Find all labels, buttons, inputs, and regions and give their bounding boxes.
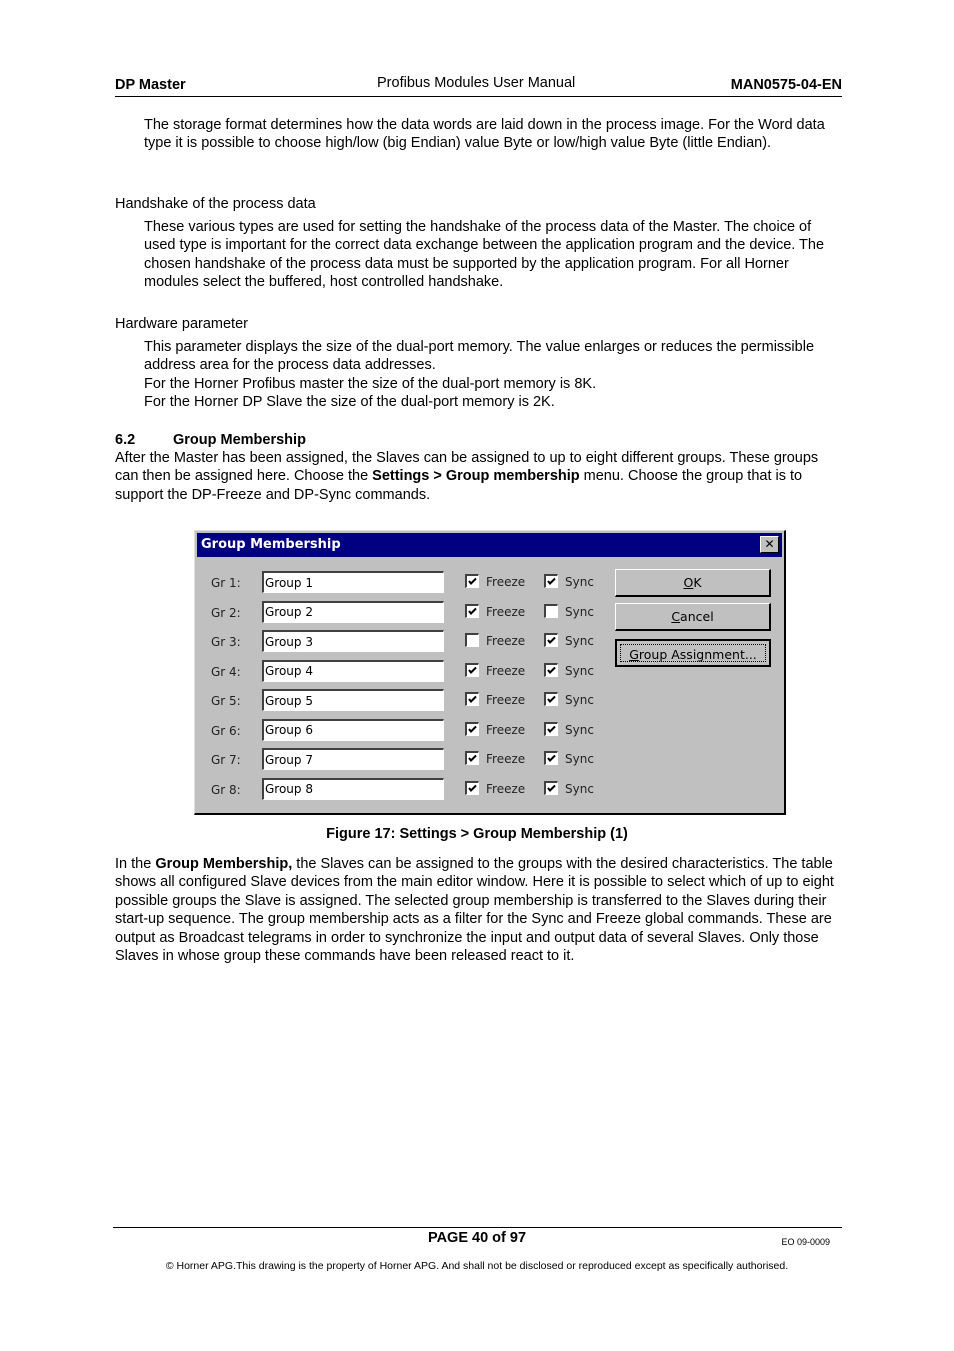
freeze-label: Freeze <box>486 693 526 707</box>
group-membership-dialog: Group Membership ✕ Gr 1: Freeze Sync Gr 2: F… <box>194 530 786 815</box>
handshake-paragraph: These various types are used for setting… <box>144 219 825 291</box>
checkbox-box <box>544 574 558 588</box>
group-label: Gr 4: <box>211 664 241 679</box>
group-row: Gr 2: Freeze Sync <box>195 600 615 625</box>
group-row: Gr 6: Freeze Sync <box>195 718 615 743</box>
hardware-paragraph: This parameter displays the size of the … <box>144 339 815 374</box>
group-name-input[interactable] <box>262 748 444 770</box>
group-name-input[interactable] <box>262 630 444 652</box>
header-doc-number: MAN0575-04-EN <box>730 77 842 93</box>
dialog-title-bar: Group Membership ✕ <box>197 533 782 557</box>
checkbox-box <box>465 692 479 706</box>
group-assignment-button[interactable]: Group Assignment... <box>615 639 771 667</box>
checkbox-box <box>465 721 479 736</box>
group-name-input[interactable] <box>262 689 444 711</box>
para-text: In the <box>115 856 156 872</box>
group-label: Gr 6: <box>211 723 241 738</box>
footer-divider <box>113 1227 842 1228</box>
freeze-label: Freeze <box>486 722 526 737</box>
section-number: 6.2 <box>115 432 136 448</box>
sync-label: Sync <box>565 781 594 796</box>
section-title: Group Membership <box>173 432 306 448</box>
cancel-button[interactable]: Cancel <box>615 603 771 631</box>
checkbox-box <box>544 780 558 795</box>
dialog-title: Group Membership <box>201 537 341 552</box>
checkbox-box <box>465 780 479 795</box>
checkbox-box <box>544 603 558 618</box>
sync-label: Sync <box>565 604 594 619</box>
sync-label: Sync <box>565 693 594 707</box>
ok-button[interactable]: OK <box>615 569 771 597</box>
hardware-heading: Hardware parameter <box>115 316 248 332</box>
group-label: Gr 8: <box>211 782 241 797</box>
checkbox-box <box>544 692 558 706</box>
checkbox-box <box>465 633 479 647</box>
group-assignment-label: roup Assignment... <box>638 647 757 662</box>
para-bold: Group Membership, <box>155 856 293 872</box>
close-icon[interactable]: ✕ <box>760 536 779 553</box>
doc-code: EO 09-0009 <box>781 1237 830 1247</box>
freeze-label: Freeze <box>486 752 526 766</box>
sync-label: Sync <box>565 663 594 678</box>
freeze-label: Freeze <box>486 663 526 678</box>
header-center: Profibus Modules User Manual <box>377 75 576 91</box>
group-assignment-mnemonic: G <box>629 647 639 662</box>
freeze-label: Freeze <box>486 575 526 589</box>
group-name-input[interactable] <box>262 571 444 593</box>
group-label: Gr 5: <box>211 694 241 708</box>
header-left: DP Master <box>115 77 186 93</box>
group-membership-paragraph: In the Group Membership, the Slaves can … <box>115 855 845 965</box>
group-label: Gr 2: <box>211 605 241 620</box>
ok-label: K <box>693 575 702 590</box>
group-name-input[interactable] <box>262 718 444 741</box>
checkbox-box <box>465 662 479 677</box>
handshake-heading: Handshake of the process data <box>115 196 316 212</box>
focus-rectangle: Group Assignment... <box>620 644 766 662</box>
cancel-label: ancel <box>680 609 714 624</box>
group-row: Gr 7: Freeze Sync <box>195 748 615 772</box>
group-name-input[interactable] <box>262 777 444 800</box>
checkbox-box <box>544 721 558 736</box>
menu-path: Settings > Group membership <box>372 468 580 485</box>
section-paragraph: After the Master has been assigned, the … <box>115 449 845 504</box>
figure-caption: Figure 17: Settings > Group Membership (… <box>326 826 628 842</box>
para-text-end: the Slaves can be assigned to the groups… <box>115 856 834 965</box>
group-name-input[interactable] <box>262 600 444 623</box>
checkbox-box <box>544 751 558 765</box>
group-label: Gr 3: <box>211 635 241 649</box>
page-header: DP Master Profibus Modules User Manual M… <box>115 75 842 97</box>
checkbox-box <box>465 751 479 765</box>
page-number: PAGE 40 of 97 <box>427 1230 527 1246</box>
group-label: Gr 7: <box>211 753 241 767</box>
hardware-master-note: For the Horner Profibus master the size … <box>144 376 597 392</box>
sync-label: Sync <box>565 575 594 589</box>
storage-format-paragraph: The storage format determines how the da… <box>144 117 825 152</box>
freeze-label: Freeze <box>486 634 526 648</box>
copyright-notice: © Horner APG.This drawing is the propert… <box>165 1260 789 1272</box>
checkbox-box <box>465 574 479 588</box>
group-row: Gr 3: Freeze Sync <box>195 630 615 654</box>
group-row: Gr 8: Freeze Sync <box>195 777 615 802</box>
group-name-input[interactable] <box>262 659 444 682</box>
freeze-label: Freeze <box>486 781 526 796</box>
cancel-mnemonic: C <box>671 609 681 624</box>
group-label: Gr 1: <box>211 576 241 590</box>
group-row: Gr 5: Freeze Sync <box>195 689 615 713</box>
hardware-slave-note: For the Horner DP Slave the size of the … <box>144 394 555 410</box>
ok-mnemonic: O <box>683 575 694 590</box>
group-row: Gr 4: Freeze Sync <box>195 659 615 684</box>
section-heading: 6.2 Group Membership <box>115 431 845 449</box>
sync-label: Sync <box>565 722 594 737</box>
checkbox-box <box>465 603 479 618</box>
group-row: Gr 1: Freeze Sync <box>195 571 615 595</box>
checkbox-box <box>544 633 558 647</box>
sync-label: Sync <box>565 752 594 766</box>
sync-label: Sync <box>565 634 594 648</box>
checkbox-box <box>544 662 558 677</box>
freeze-label: Freeze <box>486 604 526 619</box>
